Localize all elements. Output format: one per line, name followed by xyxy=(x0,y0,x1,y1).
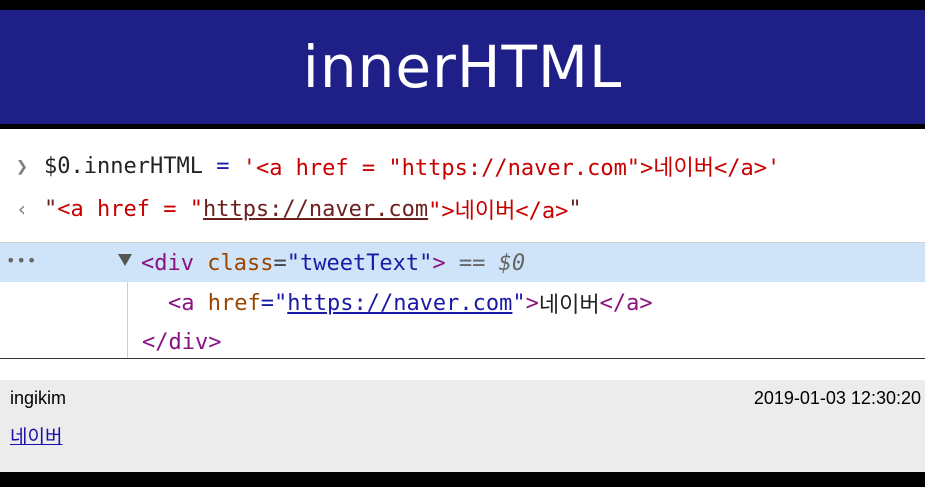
output-url-link[interactable]: https://naver.com xyxy=(203,197,428,222)
output-string-start: <a href = " xyxy=(57,196,203,222)
a-tag-close-bracket: > xyxy=(525,290,539,316)
div-open-tag-line[interactable]: <div class = "tweetText" > == $0 xyxy=(141,244,525,282)
return-arrow-icon: ‹ xyxy=(15,197,29,221)
div-tag-close-bracket: > xyxy=(432,250,446,276)
elements-panel: ••• <div class = "tweetText" > == $0 <a … xyxy=(0,243,925,359)
div-end-tag: </div> xyxy=(142,329,222,355)
div-tag-open: <div xyxy=(141,250,194,276)
div-close-tag-line[interactable]: </div> xyxy=(142,323,221,361)
tweet-username: ingikim xyxy=(10,388,67,408)
class-attr-value: "tweetText" xyxy=(286,250,433,276)
tweet-timestamp: 2019-01-03 12:30:20 xyxy=(753,388,921,408)
console-panel: ❯ $0.innerHTML = '<a href = "https://nav… xyxy=(0,129,925,242)
output-close-quote: " xyxy=(568,196,582,222)
anchor-text: 네이버 xyxy=(538,293,600,318)
chevron-right-icon: ❯ xyxy=(15,154,29,178)
title-banner: innerHTML xyxy=(0,10,925,124)
console-input-line[interactable]: ❯ $0.innerHTML = '<a href = "https://nav… xyxy=(0,146,780,186)
console-operator: = xyxy=(202,153,243,179)
triangle-down-icon[interactable] xyxy=(118,254,132,266)
class-attr-name: class xyxy=(193,250,274,276)
a-end-tag: </a> xyxy=(599,290,653,316)
attr-equals: = xyxy=(273,250,287,276)
slide-title: innerHTML xyxy=(302,33,623,101)
anchor-node-line[interactable]: <a href =" https://naver.com " > 네이버 </a… xyxy=(168,284,653,322)
console-string-literal: '<a href = "https://naver.com">네이버</a>' xyxy=(242,156,781,181)
ellipsis-icon[interactable]: ••• xyxy=(6,251,37,270)
href-attr-name: href xyxy=(194,290,261,316)
output-string-end: ">네이버</a> xyxy=(428,199,569,224)
href-close-quote: " xyxy=(512,290,526,316)
a-tag-open: <a xyxy=(168,290,195,316)
console-output-line: ‹ " <a href = " https://naver.com ">네이버<… xyxy=(0,189,582,229)
href-equals-quote: =" xyxy=(260,290,288,316)
selected-node-marker: == $0 xyxy=(445,250,526,276)
slide-frame: innerHTML ❯ $0.innerHTML = '<a href = "h… xyxy=(0,0,925,487)
href-link[interactable]: https://naver.com xyxy=(287,291,512,316)
indent-guide xyxy=(127,282,128,359)
output-open-quote: " xyxy=(44,196,58,222)
tweet-text-link[interactable]: 네이버 xyxy=(10,422,62,449)
tweet-card: ingikim 2019-01-03 12:30:20 네이버 xyxy=(0,380,925,472)
console-expression: $0.innerHTML xyxy=(44,153,203,179)
page-gap xyxy=(0,359,925,380)
